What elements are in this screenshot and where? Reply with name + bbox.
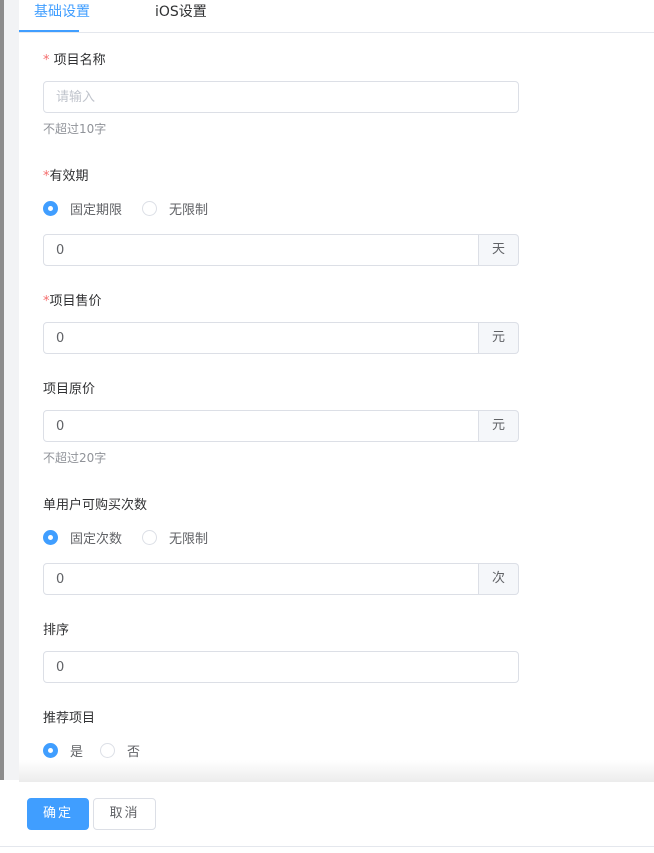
sort-label: 排序 (43, 623, 70, 638)
radio-checked-icon (43, 200, 58, 216)
sale-price-field: 元 (43, 322, 519, 354)
purchase-limit-label: 单用户可购买次数 (43, 498, 148, 513)
original-price-input[interactable] (43, 410, 479, 442)
sort-field (43, 651, 519, 683)
footer-divider (0, 846, 654, 847)
tab-basic-settings[interactable]: 基础设置 (34, 4, 90, 24)
confirm-button[interactable]: 确定 (27, 798, 89, 830)
tab-bar: 基础设置 iOS设置 (19, 0, 654, 33)
radio-unchecked-icon (100, 742, 115, 758)
sort-input[interactable] (43, 651, 519, 683)
original-price-label: 项目原价 (43, 382, 96, 397)
validity-option-unlimited-label: 无限制 (169, 202, 209, 218)
project-name-hint: 不超过10字 (43, 122, 107, 136)
radio-unchecked-icon (142, 200, 157, 216)
purchase-limit-option-fixed-label: 固定次数 (70, 531, 123, 547)
tab-active-indicator (19, 30, 79, 32)
original-price-unit: 元 (479, 410, 519, 442)
left-gutter (4, 0, 19, 780)
recommend-option-yes-label: 是 (70, 744, 84, 760)
cancel-button[interactable]: 取消 (93, 798, 156, 830)
radio-checked-icon (43, 529, 58, 545)
validity-days-input[interactable] (43, 234, 479, 266)
project-name-input[interactable] (43, 81, 519, 113)
sale-price-input[interactable] (43, 322, 479, 354)
recommend-option-no[interactable]: 否 (100, 741, 141, 760)
validity-option-fixed-label: 固定期限 (70, 202, 123, 218)
recommend-label: 推荐项目 (43, 711, 96, 726)
sale-price-label-text: 项目售价 (49, 294, 102, 309)
purchase-limit-input[interactable] (43, 563, 479, 595)
validity-label: *有效期 (43, 169, 89, 185)
footer-shadow (19, 760, 654, 782)
sale-price-unit: 元 (479, 322, 519, 354)
validity-unit: 天 (479, 234, 519, 266)
validity-option-fixed[interactable]: 固定期限 (43, 199, 123, 218)
purchase-limit-unit: 次 (479, 563, 519, 595)
project-name-label: * 项目名称 (43, 53, 106, 69)
validity-field: 天 (43, 234, 519, 266)
purchase-limit-option-unlimited-label: 无限制 (169, 531, 209, 547)
tab-ios-settings[interactable]: iOS设置 (155, 4, 207, 24)
radio-unchecked-icon (142, 529, 157, 545)
validity-option-unlimited[interactable]: 无限制 (142, 199, 209, 218)
project-name-label-text: 项目名称 (49, 53, 106, 68)
original-price-field: 元 (43, 410, 519, 442)
purchase-limit-option-fixed[interactable]: 固定次数 (43, 528, 123, 547)
recommend-option-yes[interactable]: 是 (43, 741, 84, 760)
original-price-hint: 不超过20字 (43, 451, 107, 465)
purchase-limit-field: 次 (43, 563, 519, 595)
dialog-footer: 确定 取消 (0, 782, 654, 853)
recommend-option-no-label: 否 (127, 744, 141, 760)
purchase-limit-option-unlimited[interactable]: 无限制 (142, 528, 209, 547)
project-name-field (43, 81, 519, 113)
sale-price-label: *项目售价 (43, 294, 102, 310)
radio-checked-icon (43, 742, 58, 758)
validity-label-text: 有效期 (49, 169, 89, 184)
